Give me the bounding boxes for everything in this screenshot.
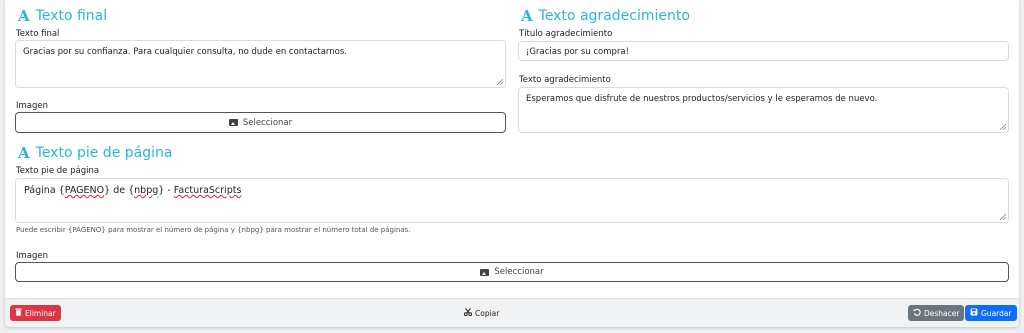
texto-agradecimiento-value: Esperamos que disfrute de nuestros produ… [526,94,878,104]
pie-help-text: Puede escribir {PAGENO} para mostrar el … [16,226,411,234]
resize-grip-icon[interactable] [1000,124,1006,130]
imagen-label: Imagen [16,101,49,111]
font-a-icon: A [18,144,30,162]
undo-button[interactable]: Deshacer [908,305,965,321]
pie-part-nbpg: nbpg [134,185,159,196]
delete-button[interactable]: Eliminar [10,305,61,321]
texto-pie-textarea[interactable]: Página {PAGENO} de {nbpg} - FacturaScrip… [15,178,1009,223]
pie-part-pageno: PAGENO [64,185,105,196]
texto-final-textarea[interactable]: Gracias por su confianza. Para cualquier… [15,40,506,88]
form-card: A Texto final Texto final Gracias por su… [5,0,1019,327]
scissors-icon [463,308,473,318]
pie-part-pagina: Página [24,185,56,196]
titulo-agradecimiento-label: Título agradecimiento [519,29,613,39]
imagen-label: Imagen [16,251,49,261]
select-footer-image-button[interactable]: Seleccionar [15,262,1009,282]
texto-pie-label: Texto pie de página [16,166,100,176]
section-title-texto-agradecimiento: A Texto agradecimiento [521,7,690,25]
texto-final-value: Gracias por su confianza. Para cualquier… [23,47,348,57]
pie-part-brace-open: { [55,185,65,196]
section-title-text: Texto agradecimiento [538,8,690,24]
texto-agradecimiento-label: Texto agradecimiento [519,75,611,85]
save-icon [970,308,978,318]
copy-label: Copiar [475,308,500,318]
titulo-agradecimiento-value: ¡Gracias por su compra! [526,47,630,57]
select-image-button[interactable]: Seleccionar [15,112,506,133]
save-button[interactable]: Guardar [965,305,1017,321]
select-image-label: Seleccionar [494,267,544,277]
section-title-text: Texto pie de página [35,145,173,161]
save-label: Guardar [981,308,1012,318]
texto-agradecimiento-textarea[interactable]: Esperamos que disfrute de nuestros produ… [518,87,1009,133]
font-a-icon: A [521,7,533,25]
undo-icon [913,308,921,318]
texto-final-label: Texto final [16,29,60,39]
font-a-icon: A [18,7,30,25]
image-icon [228,119,238,126]
copy-button[interactable]: Copiar [459,305,504,321]
image-icon [480,268,490,276]
pie-part-facturascripts: FacturaScripts [173,185,242,196]
section-title-text: Texto final [35,8,108,24]
section-title-texto-pie: A Texto pie de página [18,144,172,162]
section-title-texto-final: A Texto final [18,7,107,25]
select-image-label: Seleccionar [242,117,293,128]
resize-grip-icon[interactable] [1000,214,1006,220]
action-toolbar: Eliminar Copiar Deshacer Guardar [5,298,1019,327]
pie-part-de: } de { [104,185,135,196]
delete-label: Eliminar [25,308,56,318]
undo-label: Deshacer [924,308,960,318]
trash-icon [15,308,22,318]
resize-grip-icon[interactable] [497,79,503,85]
pie-part-dash: } - [158,185,174,196]
titulo-agradecimiento-input[interactable]: ¡Gracias por su compra! [518,41,1009,61]
